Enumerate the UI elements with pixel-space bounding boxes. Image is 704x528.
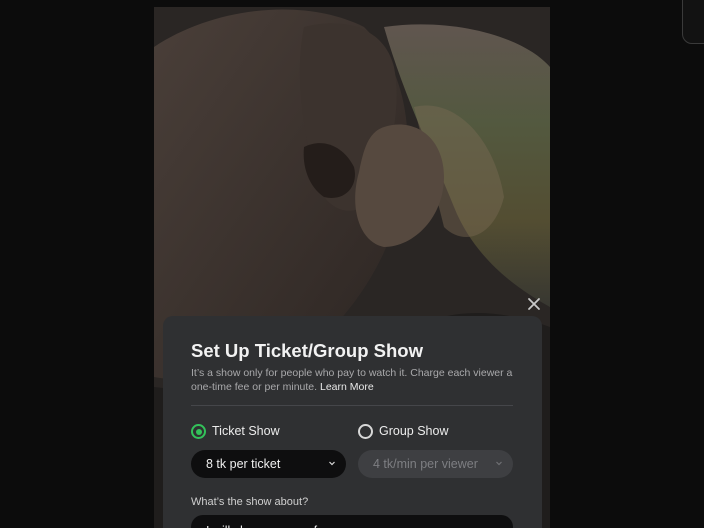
ticket-show-label: Ticket Show xyxy=(212,424,280,438)
chevron-down-icon xyxy=(496,461,502,466)
page: Set Up Ticket/Group Show It’s a show onl… xyxy=(0,0,704,528)
group-show-radio[interactable] xyxy=(358,424,373,439)
learn-more-link[interactable]: Learn More xyxy=(320,381,374,393)
show-about-label: What’s the show about? xyxy=(191,496,309,508)
ticket-show-modal: Set Up Ticket/Group Show It’s a show onl… xyxy=(163,316,542,528)
ticket-show-radio[interactable] xyxy=(191,424,206,439)
divider xyxy=(191,405,513,406)
modal-title: Set Up Ticket/Group Show xyxy=(191,340,423,361)
ticket-price-select[interactable]: 8 tk per ticket xyxy=(191,450,346,478)
close-icon xyxy=(528,298,540,310)
group-price-select: 4 tk/min per viewer xyxy=(358,450,513,478)
ticket-price-value: 8 tk per ticket xyxy=(206,457,281,471)
side-panel-edge xyxy=(682,0,704,44)
show-about-input[interactable] xyxy=(191,515,513,528)
modal-description: It’s a show only for people who pay to w… xyxy=(191,367,526,394)
group-show-label: Group Show xyxy=(379,424,449,438)
close-button[interactable] xyxy=(526,296,542,312)
group-price-value: 4 tk/min per viewer xyxy=(373,457,478,471)
chevron-down-icon xyxy=(329,461,335,466)
